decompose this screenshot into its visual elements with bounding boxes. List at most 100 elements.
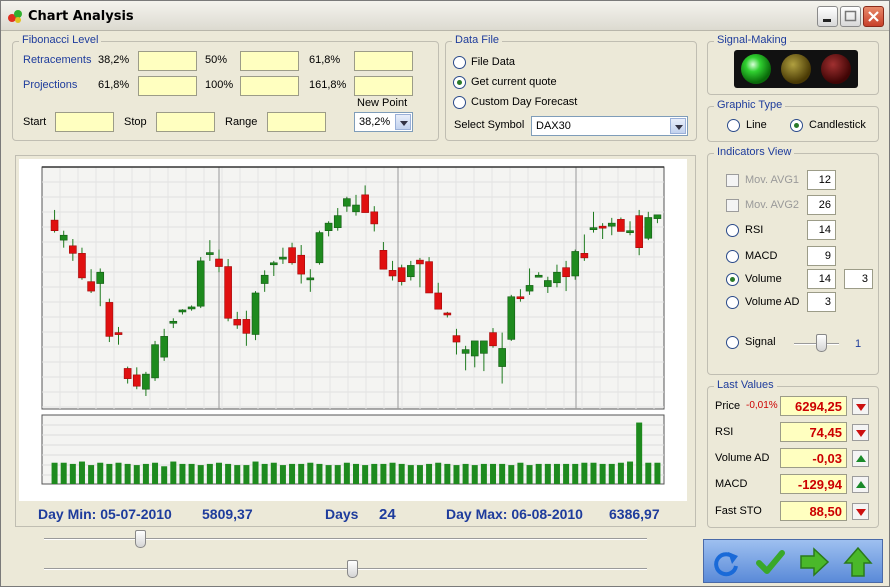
volume-bar-53 bbox=[526, 465, 533, 484]
rsi-radio[interactable] bbox=[726, 224, 739, 237]
volume-bar-36 bbox=[371, 463, 378, 484]
line-label[interactable]: Line bbox=[746, 119, 767, 131]
volume-bar-9 bbox=[124, 463, 131, 484]
start-label: Start bbox=[23, 116, 47, 128]
volume-ad-last-label: Volume AD bbox=[715, 452, 770, 464]
retracement-level-1: 38,2% bbox=[98, 54, 130, 66]
signal-slider-thumb[interactable] bbox=[816, 334, 827, 352]
projections-label[interactable]: Projections bbox=[23, 79, 77, 91]
projection-field-2[interactable] bbox=[240, 76, 299, 96]
volume-input[interactable]: 14 bbox=[807, 269, 836, 289]
candlestick-radio[interactable] bbox=[790, 119, 803, 132]
volume-bar-10 bbox=[133, 465, 140, 484]
volume-bar-22 bbox=[243, 465, 250, 484]
range-start-slider-thumb[interactable] bbox=[135, 530, 147, 548]
symbol-select[interactable]: DAX30 bbox=[531, 116, 688, 136]
volume-input-2[interactable]: 3 bbox=[844, 269, 873, 289]
volume-ad-radio[interactable] bbox=[726, 296, 739, 309]
arrow-up-icon[interactable] bbox=[840, 544, 876, 580]
volume-bar-7 bbox=[106, 463, 113, 484]
retracement-field-3[interactable] bbox=[354, 51, 413, 71]
volume-bar-12 bbox=[152, 462, 159, 484]
rsi-last-label: RSI bbox=[715, 426, 734, 438]
mov-avg2-input[interactable]: 26 bbox=[807, 195, 836, 215]
volume-ad-input[interactable]: 3 bbox=[807, 292, 836, 312]
mov-avg1-input[interactable]: 12 bbox=[807, 170, 836, 190]
candlestick-label[interactable]: Candlestick bbox=[809, 119, 866, 131]
arrow-right-icon[interactable] bbox=[796, 544, 832, 580]
range-end-slider-track[interactable] bbox=[44, 568, 647, 570]
line-radio[interactable] bbox=[727, 119, 740, 132]
retracement-field-1[interactable] bbox=[138, 51, 197, 71]
range-start-slider-track[interactable] bbox=[44, 538, 647, 540]
chevron-down-icon[interactable] bbox=[670, 118, 686, 134]
macd-radio[interactable] bbox=[726, 250, 739, 263]
volume-bar-24 bbox=[261, 463, 268, 484]
volume-bar-52 bbox=[517, 462, 524, 484]
volume-bar-8 bbox=[115, 462, 122, 484]
candlestick-chart[interactable] bbox=[19, 159, 687, 501]
volume-bar-60 bbox=[590, 462, 597, 484]
custom-forecast-radio[interactable] bbox=[453, 96, 466, 109]
candle-7 bbox=[105, 298, 114, 343]
minimize-button[interactable] bbox=[817, 6, 838, 27]
volume-bar-37 bbox=[380, 463, 387, 484]
volume-bar-23 bbox=[252, 461, 259, 484]
start-field[interactable] bbox=[55, 112, 114, 132]
file-data-radio[interactable] bbox=[453, 56, 466, 69]
rsi-input[interactable]: 14 bbox=[807, 220, 836, 240]
projection-field-1[interactable] bbox=[138, 76, 197, 96]
volume-bar-61 bbox=[599, 463, 606, 484]
volume-radio[interactable] bbox=[726, 273, 739, 286]
stop-field[interactable] bbox=[156, 112, 215, 132]
mov-avg1-checkbox[interactable] bbox=[726, 174, 739, 187]
volume-bar-38 bbox=[389, 462, 396, 484]
volume-bar-56 bbox=[553, 463, 560, 484]
volume-bar-21 bbox=[234, 465, 241, 484]
current-quote-radio[interactable] bbox=[453, 76, 466, 89]
mov-avg2-label: Mov. AVG2 bbox=[745, 199, 800, 211]
days-label: Days bbox=[325, 506, 359, 522]
projection-field-3[interactable] bbox=[354, 76, 413, 96]
retracement-field-2[interactable] bbox=[240, 51, 299, 71]
macd-input[interactable]: 9 bbox=[807, 246, 836, 266]
new-point-select[interactable]: 38,2% bbox=[354, 112, 413, 132]
volume-bar-42 bbox=[426, 463, 433, 484]
range-field[interactable] bbox=[267, 112, 326, 132]
candle-63 bbox=[617, 217, 625, 232]
current-quote-label[interactable]: Get current quote bbox=[471, 76, 557, 88]
signal-radio[interactable] bbox=[726, 336, 739, 349]
retracements-label[interactable]: Retracements bbox=[23, 54, 91, 66]
file-data-label[interactable]: File Data bbox=[471, 56, 515, 68]
datafile-legend: Data File bbox=[452, 34, 503, 46]
projection-level-2: 100% bbox=[205, 79, 234, 91]
close-button[interactable] bbox=[863, 6, 884, 27]
rsi-label[interactable]: RSI bbox=[745, 224, 763, 236]
refresh-icon[interactable] bbox=[708, 544, 744, 580]
app-icon bbox=[8, 10, 22, 23]
title-bar[interactable]: Chart Analysis bbox=[1, 1, 889, 31]
macd-trend-up-icon bbox=[852, 476, 869, 493]
new-point-value: 38,2% bbox=[359, 116, 391, 128]
volume-bar-26 bbox=[279, 465, 286, 484]
range-end-slider-thumb[interactable] bbox=[346, 560, 358, 578]
volume-ad-label[interactable]: Volume AD bbox=[745, 296, 799, 308]
volume-label[interactable]: Volume bbox=[745, 273, 782, 285]
volume-bar-16 bbox=[188, 463, 195, 484]
volume-bar-28 bbox=[298, 463, 305, 484]
macd-label[interactable]: MACD bbox=[745, 250, 777, 262]
retracement-level-3: 61,8% bbox=[309, 54, 341, 66]
volume-bar-67 bbox=[654, 462, 661, 484]
mov-avg2-checkbox[interactable] bbox=[726, 199, 739, 212]
chevron-down-icon[interactable] bbox=[395, 114, 411, 130]
custom-forecast-label[interactable]: Custom Day Forecast bbox=[471, 96, 577, 108]
check-icon[interactable] bbox=[752, 544, 788, 580]
volume-bar-50 bbox=[499, 463, 506, 484]
traffic-light bbox=[734, 50, 858, 88]
maximize-button[interactable] bbox=[840, 6, 861, 27]
volume-ad-trend-up-icon bbox=[852, 450, 869, 467]
signal-label[interactable]: Signal bbox=[745, 336, 776, 348]
chart-analysis-window: Chart Analysis Fibonacci Level Retraceme… bbox=[0, 0, 890, 587]
candle-42 bbox=[425, 257, 433, 294]
volume-bar-57 bbox=[563, 463, 570, 484]
